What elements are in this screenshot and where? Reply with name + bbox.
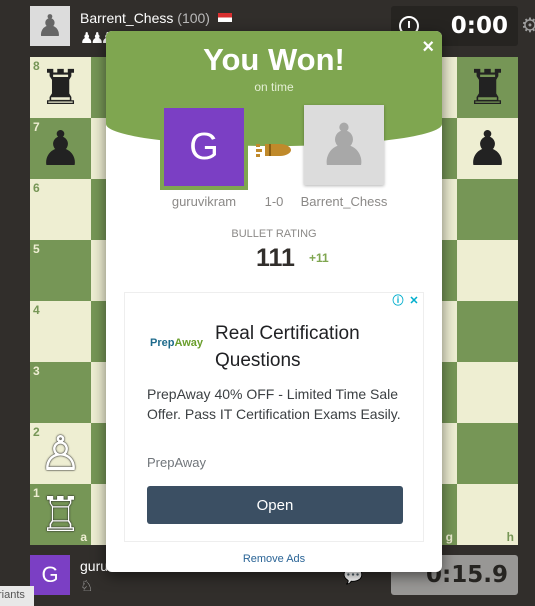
rating-value: 111 (256, 244, 295, 272)
ad-brand: PrepAway (147, 455, 207, 470)
square-h6[interactable] (457, 179, 518, 240)
close-button[interactable]: × (422, 36, 434, 59)
bullet-icon (256, 144, 291, 157)
file-label: g (445, 530, 453, 544)
square-a6[interactable]: 6 (30, 179, 91, 240)
opponent-name[interactable]: Barrent_Chess (80, 10, 173, 26)
square-h7[interactable]: ♟ (457, 118, 518, 179)
rank-label: 2 (33, 425, 40, 439)
ad-logo: PrepAway (150, 337, 203, 349)
square-a3[interactable]: 3 (30, 362, 91, 423)
ad-body: PrepAway 40% OFF - Limited Time Sale Off… (147, 386, 401, 422)
ad-open-button[interactable]: Open (147, 486, 403, 524)
loser-avatar[interactable]: ♟ (304, 105, 384, 185)
game-over-modal: You Won! on time × G ♟ guruvikram 1-0 Ba… (106, 31, 442, 572)
square-a2[interactable]: ♙ 2 (30, 423, 91, 484)
advertisement[interactable]: ⓘ ✕ PrepAway Real Certification Question… (124, 292, 424, 542)
rank-label: 4 (33, 303, 40, 317)
variants-tab[interactable]: riants (0, 586, 34, 606)
square-a8[interactable]: ♜ 8 (30, 57, 91, 118)
file-label: a (80, 530, 87, 544)
square-a7[interactable]: ♟ 7 (30, 118, 91, 179)
loser-name[interactable]: Barrent_Chess (294, 194, 394, 209)
winner-name[interactable]: guruvikram (154, 194, 254, 209)
country-flag-icon (217, 13, 232, 22)
gear-icon[interactable]: ⚙ (521, 13, 535, 38)
ad-headline[interactable]: Real Certification Questions (215, 320, 415, 374)
rating-delta: +11 (309, 251, 329, 265)
rank-label: 7 (33, 120, 40, 134)
square-a5[interactable]: 5 (30, 240, 91, 301)
rank-label: 8 (33, 59, 40, 73)
modal-subtitle: on time (254, 80, 294, 94)
rank-label: 3 (33, 364, 40, 378)
file-label: h (506, 530, 514, 544)
square-h2[interactable] (457, 423, 518, 484)
rank-label: 6 (33, 181, 40, 195)
square-h4[interactable] (457, 301, 518, 362)
black-piece-a7[interactable]: ♟ (39, 125, 82, 173)
rank-label: 1 (33, 486, 40, 500)
square-h3[interactable] (457, 362, 518, 423)
black-piece-a8[interactable]: ♜ (39, 64, 82, 112)
game-score: 1-0 (264, 194, 284, 209)
opponent-name-row: Barrent_Chess (100) (80, 10, 232, 26)
ad-info-icon[interactable]: ⓘ (391, 294, 405, 308)
square-a1[interactable]: ♖ 1 a (30, 484, 91, 545)
white-piece-a2[interactable]: ♙ (39, 430, 82, 478)
ad-logo-main: Prep (150, 337, 175, 349)
square-h8[interactable]: ♜ (457, 57, 518, 118)
remove-ads-link[interactable]: Remove Ads (106, 553, 442, 565)
square-h5[interactable] (457, 240, 518, 301)
opponent-clock-time: 0:00 (450, 13, 508, 39)
white-piece-a1[interactable]: ♖ (39, 491, 82, 539)
ad-badges: ⓘ ✕ (391, 294, 421, 308)
winner-avatar[interactable]: G (160, 104, 248, 190)
rank-label: 5 (33, 242, 40, 256)
square-a4[interactable]: 4 (30, 301, 91, 362)
player-avatar[interactable]: G (30, 555, 70, 595)
black-piece-h7[interactable]: ♟ (466, 125, 509, 173)
black-piece-h8[interactable]: ♜ (466, 64, 509, 112)
opponent-avatar[interactable]: ♟ (30, 6, 70, 46)
square-h1[interactable]: h (457, 484, 518, 545)
rating-label: BULLET RATING (231, 228, 317, 240)
ad-logo-accent: Away (174, 337, 204, 349)
modal-title: You Won! (203, 42, 345, 77)
opponent-rating: (100) (177, 10, 210, 26)
player-captured-pieces: ♘ (80, 578, 94, 595)
ad-close-icon[interactable]: ✕ (407, 294, 421, 308)
